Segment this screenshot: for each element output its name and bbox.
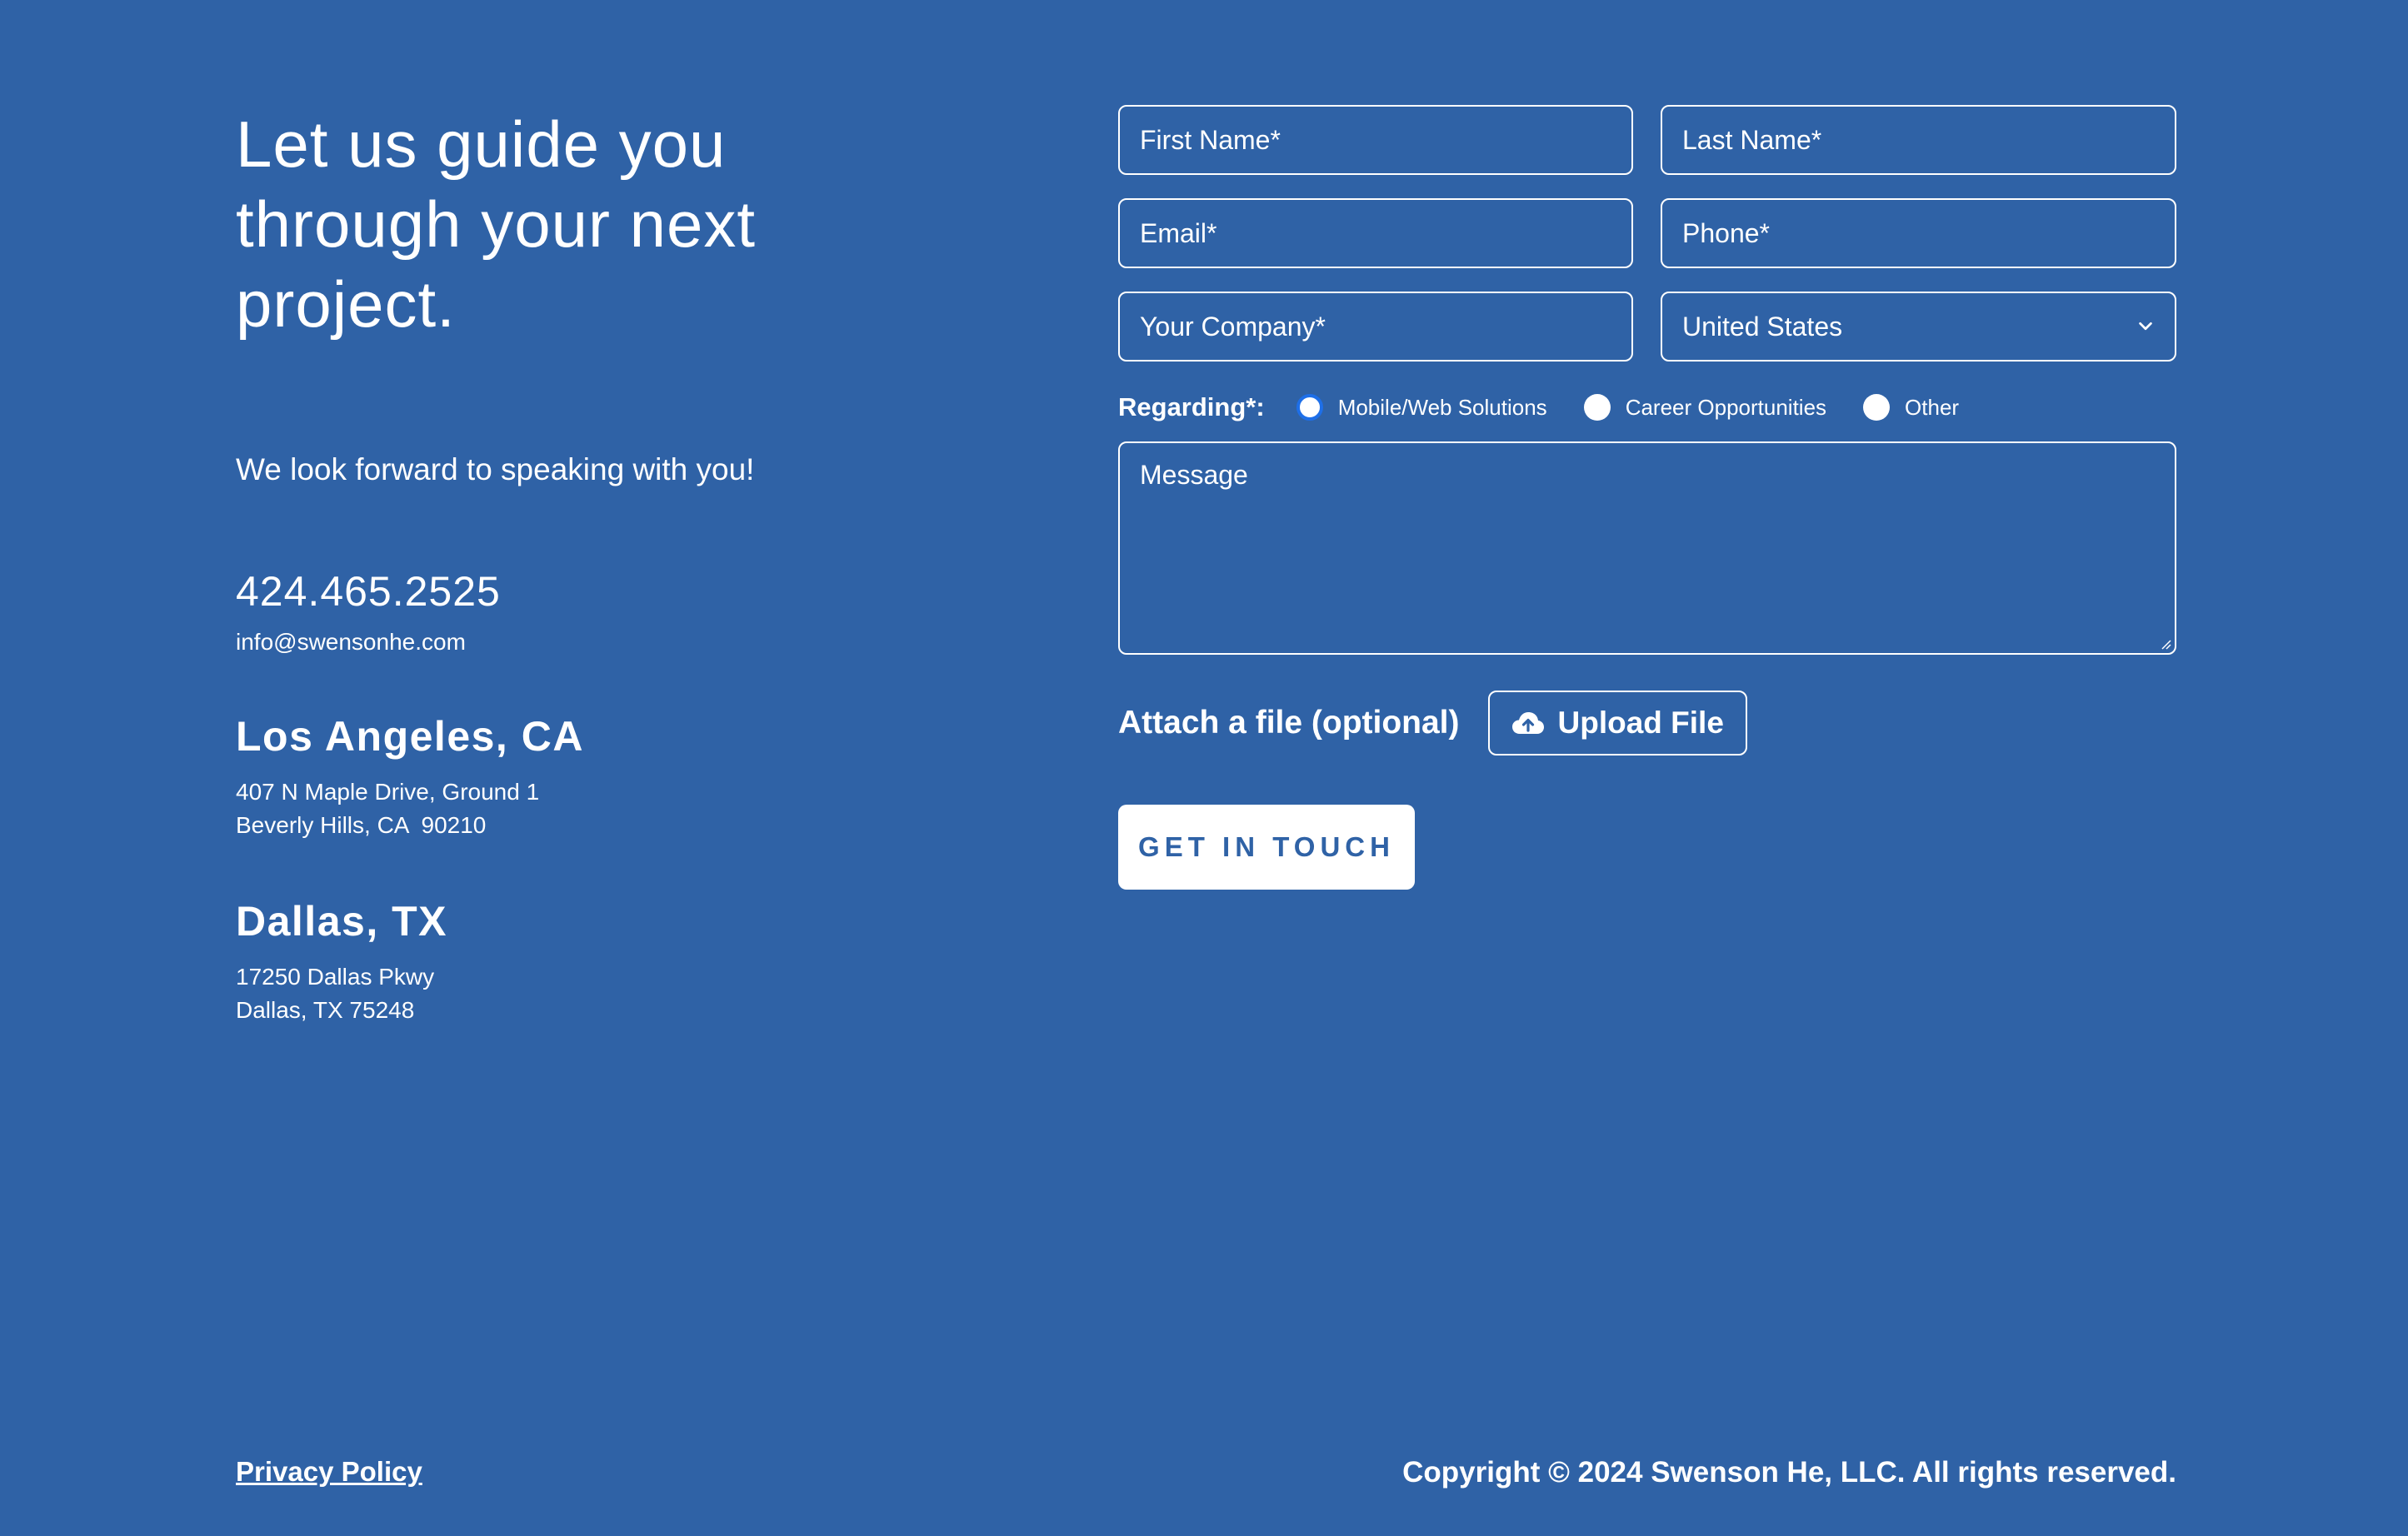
office-dallas: Dallas, TX 17250 Dallas Pkwy Dallas, TX … (236, 897, 447, 1027)
regarding-label: Regarding*: (1118, 392, 1265, 421)
radio-label: Mobile/Web Solutions (1337, 394, 1547, 420)
email-placeholder: Email* (1140, 217, 1217, 248)
contact-page: Let us guide you through your next proje… (0, 0, 2408, 1536)
office-city: Dallas, TX (236, 898, 447, 945)
regarding-group: Regarding*: Mobile/Web Solutions Career … (1118, 386, 2176, 428)
email-field[interactable]: Email* (1118, 198, 1633, 268)
get-in-touch-button[interactable]: GET IN TOUCH (1118, 805, 1415, 890)
privacy-policy-link[interactable]: Privacy Policy (236, 1456, 422, 1488)
radio-label: Other (1905, 394, 1960, 420)
radio-option-other[interactable]: Other (1863, 394, 1959, 421)
upload-file-button[interactable]: Upload File (1487, 691, 1747, 756)
cloud-upload-icon (1511, 712, 1544, 734)
chevron-down-icon (2139, 322, 2152, 331)
first-name-field[interactable]: First Name* (1118, 105, 1633, 175)
contact-info: Let us guide you through your next proje… (236, 104, 986, 1023)
message-placeholder: Message (1140, 460, 1248, 490)
country-select[interactable]: United States (1661, 292, 2176, 362)
radio-label: Career Opportunities (1625, 394, 1827, 420)
attach-file-label: Attach a file (optional) (1118, 705, 1460, 741)
phone-placeholder: Phone* (1682, 217, 1770, 248)
attach-file-row: Attach a file (optional) Upload File (1118, 690, 1747, 756)
radio-option-career[interactable]: Career Opportunities (1583, 394, 1827, 421)
upload-file-label: Upload File (1557, 706, 1724, 740)
company-placeholder: Your Company* (1140, 311, 1326, 342)
resize-grip-icon[interactable] (2160, 638, 2171, 650)
last-name-field[interactable]: Last Name* (1661, 105, 2176, 175)
radio-button[interactable] (1296, 394, 1323, 421)
phone-field[interactable]: Phone* (1661, 198, 2176, 268)
office-address-line1: 17250 Dallas Pkwy (236, 964, 435, 990)
radio-button[interactable] (1583, 394, 1611, 421)
tagline: We look forward to speaking with you! (236, 452, 755, 486)
phone-number[interactable]: 424.465.2525 (236, 567, 501, 616)
radio-option-mobile-web[interactable]: Mobile/Web Solutions (1296, 394, 1547, 421)
message-textarea[interactable]: Message (1118, 441, 2176, 655)
last-name-placeholder: Last Name* (1682, 124, 1822, 155)
copyright-text: Copyright © 2024 Swenson He, LLC. All ri… (1402, 1456, 2176, 1489)
office-address-line2: Beverly Hills, CA 90210 (236, 812, 487, 838)
country-value: United States (1682, 311, 1843, 342)
page-headline: Let us guide you through your next proje… (236, 107, 757, 341)
first-name-placeholder: First Name* (1140, 124, 1281, 155)
email-address[interactable]: info@swensonhe.com (236, 629, 466, 656)
office-address-line1: 407 N Maple Drive, Ground 1 (236, 779, 540, 805)
office-los-angeles: Los Angeles, CA 407 N Maple Drive, Groun… (236, 712, 584, 842)
office-city: Los Angeles, CA (236, 713, 584, 760)
office-address-line2: Dallas, TX 75248 (236, 997, 415, 1023)
radio-button[interactable] (1863, 394, 1891, 421)
company-field[interactable]: Your Company* (1118, 292, 1633, 362)
